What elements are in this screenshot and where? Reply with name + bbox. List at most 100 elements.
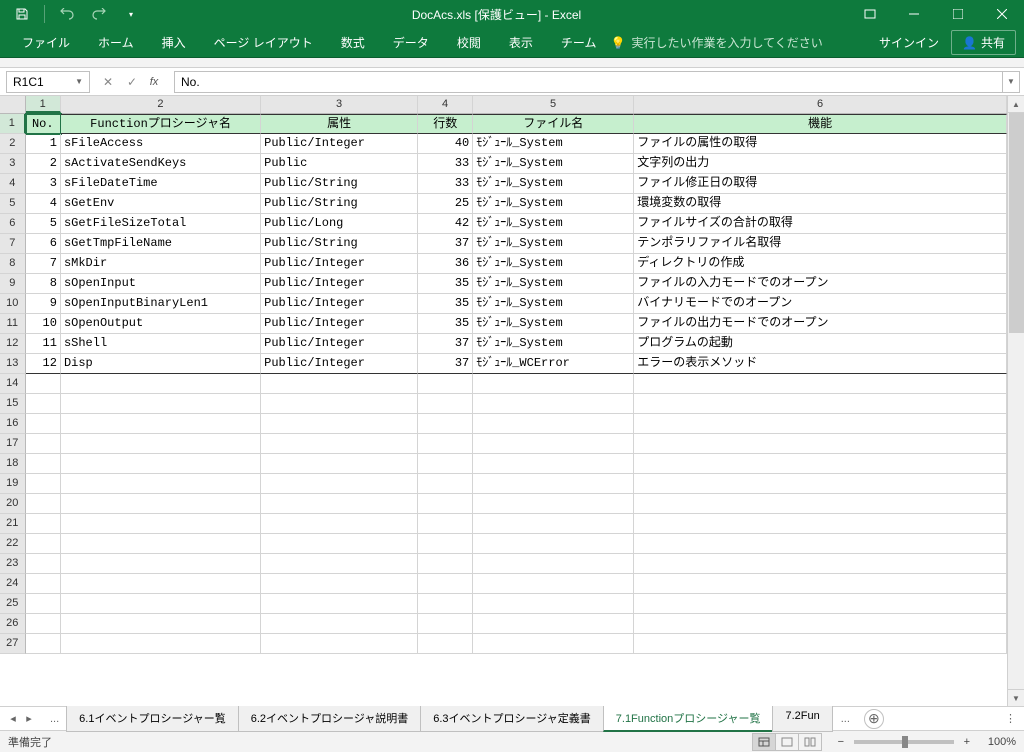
- cell[interactable]: [261, 614, 418, 634]
- cell[interactable]: 33: [418, 154, 473, 174]
- sheet-tab[interactable]: 7.1Functionプロシージャー覧: [603, 706, 774, 732]
- tab-home[interactable]: ホーム: [84, 28, 148, 57]
- cell[interactable]: 文字列の出力: [634, 154, 1007, 174]
- cell[interactable]: 5: [26, 214, 61, 234]
- cell[interactable]: Public/Integer: [261, 274, 418, 294]
- cell[interactable]: [473, 474, 634, 494]
- ribbon-display-button[interactable]: [848, 0, 892, 28]
- column-header[interactable]: 3: [261, 96, 418, 113]
- cell[interactable]: sMkDir: [61, 254, 261, 274]
- cell[interactable]: sActivateSendKeys: [61, 154, 261, 174]
- vertical-scrollbar[interactable]: ▲ ▼: [1007, 96, 1024, 706]
- cell[interactable]: [61, 594, 261, 614]
- tab-data[interactable]: データ: [379, 28, 443, 57]
- cell[interactable]: エラーの表示メソッド: [634, 354, 1007, 374]
- cell[interactable]: 42: [418, 214, 473, 234]
- cell[interactable]: Disp: [61, 354, 261, 374]
- row-header[interactable]: 16: [0, 414, 26, 434]
- cell[interactable]: [261, 494, 418, 514]
- zoom-out-button[interactable]: −: [834, 736, 848, 748]
- cell[interactable]: [261, 474, 418, 494]
- tab-formulas[interactable]: 数式: [327, 28, 379, 57]
- cell[interactable]: ﾓｼﾞｭｰﾙ_System: [473, 214, 634, 234]
- minimize-button[interactable]: [892, 0, 936, 28]
- cell[interactable]: [61, 554, 261, 574]
- cell[interactable]: sOpenInput: [61, 274, 261, 294]
- cell[interactable]: [473, 414, 634, 434]
- tab-nav-prev[interactable]: ▸: [22, 712, 36, 725]
- cell[interactable]: [634, 554, 1007, 574]
- cell[interactable]: [634, 474, 1007, 494]
- cell[interactable]: [26, 434, 61, 454]
- cell[interactable]: [26, 514, 61, 534]
- cell[interactable]: [418, 494, 473, 514]
- zoom-level[interactable]: 100%: [988, 736, 1016, 748]
- cell[interactable]: sOpenOutput: [61, 314, 261, 334]
- cell[interactable]: 37: [418, 234, 473, 254]
- cell[interactable]: ﾓｼﾞｭｰﾙ_System: [473, 254, 634, 274]
- cell[interactable]: [473, 494, 634, 514]
- cell[interactable]: ファイルの入力モードでのオープン: [634, 274, 1007, 294]
- column-header[interactable]: 4: [418, 96, 473, 113]
- cell[interactable]: [261, 634, 418, 654]
- cell[interactable]: [634, 574, 1007, 594]
- cell[interactable]: [26, 574, 61, 594]
- cell[interactable]: ﾓｼﾞｭｰﾙ_System: [473, 154, 634, 174]
- view-pagelayout-button[interactable]: [775, 733, 799, 751]
- cell[interactable]: [261, 414, 418, 434]
- cell[interactable]: [61, 374, 261, 394]
- cell[interactable]: ﾓｼﾞｭｰﾙ_System: [473, 294, 634, 314]
- row-header[interactable]: 25: [0, 594, 26, 614]
- cell[interactable]: 7: [26, 254, 61, 274]
- cell[interactable]: ﾓｼﾞｭｰﾙ_WCError: [473, 354, 634, 374]
- cell[interactable]: [634, 454, 1007, 474]
- cell[interactable]: 37: [418, 354, 473, 374]
- cell[interactable]: sOpenInputBinaryLen1: [61, 294, 261, 314]
- cell[interactable]: [61, 474, 261, 494]
- cell[interactable]: Public/Integer: [261, 314, 418, 334]
- cell[interactable]: [473, 574, 634, 594]
- row-header[interactable]: 22: [0, 534, 26, 554]
- cell[interactable]: [261, 554, 418, 574]
- chevron-down-icon[interactable]: ▼: [75, 77, 83, 86]
- cell[interactable]: 12: [26, 354, 61, 374]
- insert-function-button[interactable]: fx: [144, 71, 168, 93]
- row-header[interactable]: 3: [0, 154, 26, 174]
- cell[interactable]: テンポラリファイル名取得: [634, 234, 1007, 254]
- cell[interactable]: [261, 514, 418, 534]
- cell[interactable]: 11: [26, 334, 61, 354]
- formula-input[interactable]: No.: [174, 71, 1002, 93]
- cancel-formula-button[interactable]: ✕: [96, 71, 120, 93]
- row-header[interactable]: 2: [0, 134, 26, 154]
- cell[interactable]: Public/Integer: [261, 294, 418, 314]
- cell[interactable]: [261, 374, 418, 394]
- cell[interactable]: [61, 414, 261, 434]
- cell[interactable]: 35: [418, 274, 473, 294]
- cell[interactable]: 3: [26, 174, 61, 194]
- cell[interactable]: Public: [261, 154, 418, 174]
- cell[interactable]: 行数: [418, 114, 473, 134]
- cell[interactable]: ﾓｼﾞｭｰﾙ_System: [473, 334, 634, 354]
- cell[interactable]: [418, 574, 473, 594]
- cell[interactable]: 機能: [634, 114, 1007, 134]
- cell[interactable]: sFileDateTime: [61, 174, 261, 194]
- row-header[interactable]: 18: [0, 454, 26, 474]
- cell[interactable]: [26, 534, 61, 554]
- maximize-button[interactable]: [936, 0, 980, 28]
- cell[interactable]: [634, 414, 1007, 434]
- row-header[interactable]: 9: [0, 274, 26, 294]
- cell[interactable]: ファイル修正日の取得: [634, 174, 1007, 194]
- cell[interactable]: [418, 414, 473, 434]
- cell[interactable]: [473, 634, 634, 654]
- cell[interactable]: [26, 454, 61, 474]
- sheet-tab[interactable]: 7.2Fun: [772, 706, 832, 732]
- zoom-in-button[interactable]: +: [960, 736, 974, 748]
- tab-menu[interactable]: ⋮: [997, 712, 1024, 725]
- cell[interactable]: Public/Integer: [261, 354, 418, 374]
- cell[interactable]: 40: [418, 134, 473, 154]
- cell[interactable]: sGetEnv: [61, 194, 261, 214]
- column-header[interactable]: 5: [473, 96, 634, 113]
- cell[interactable]: ディレクトリの作成: [634, 254, 1007, 274]
- cell[interactable]: [418, 554, 473, 574]
- cell[interactable]: [473, 594, 634, 614]
